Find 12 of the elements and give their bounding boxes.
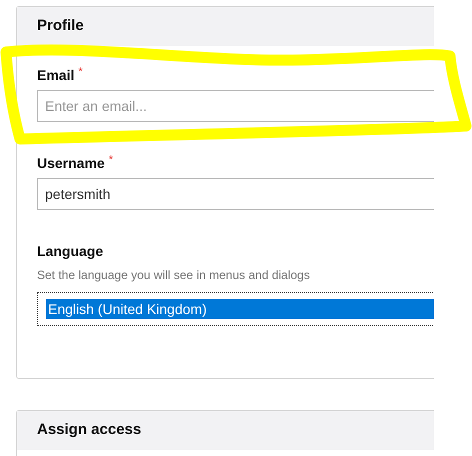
field-label: Username: [37, 154, 105, 172]
required-mark: *: [108, 154, 113, 166]
panel-title: Profile: [37, 16, 84, 36]
help-text: Set the language you will see in menus and dialogs: [37, 267, 311, 284]
field-label: Email: [37, 66, 74, 84]
text-field[interactable]: petersmith: [37, 178, 434, 210]
required-mark: *: [78, 66, 83, 78]
panel-title: Assign access: [37, 420, 142, 440]
language-listbox[interactable]: English (United Kingdom): [37, 292, 434, 326]
field-label: Language: [37, 242, 104, 260]
listbox-option[interactable]: English (United Kingdom): [46, 299, 434, 319]
text-field[interactable]: Enter an email...: [37, 90, 434, 122]
